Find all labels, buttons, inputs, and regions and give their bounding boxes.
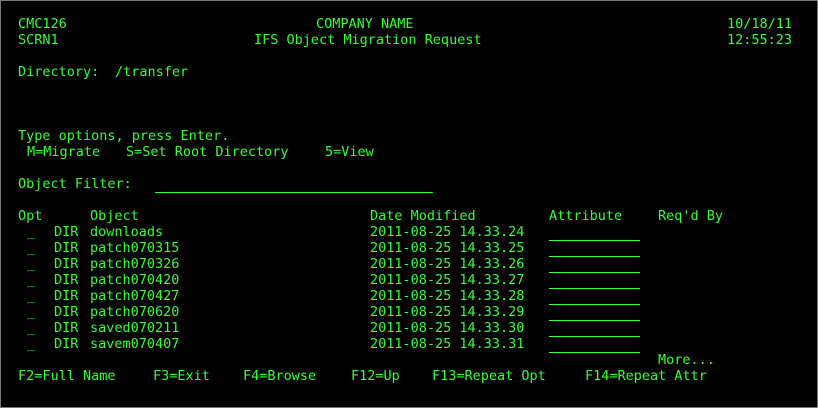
screen-id: SCRN1 bbox=[18, 32, 59, 48]
instructions-text: Type options, press Enter. bbox=[18, 128, 230, 144]
row-object-type: DIR bbox=[54, 224, 79, 240]
row-option-input[interactable]: _ bbox=[27, 336, 35, 352]
row-object-type: DIR bbox=[54, 288, 79, 304]
row-option-input[interactable]: _ bbox=[27, 240, 35, 256]
row-object-name: patch070620 bbox=[90, 304, 180, 320]
header-time: 12:55:23 bbox=[726, 32, 792, 48]
object-filter-label: Object Filter: bbox=[18, 176, 132, 192]
header-date: 10/18/11 bbox=[726, 16, 792, 32]
row-object-name: savem070407 bbox=[90, 336, 180, 352]
column-object: Object bbox=[90, 208, 139, 224]
row-date-modified: 2011-08-25 14.33.30 bbox=[370, 320, 525, 336]
row-attribute-input[interactable] bbox=[549, 288, 640, 305]
row-object-name: patch070315 bbox=[90, 240, 180, 256]
terminal-screen: CMC126 SCRN1 COMPANY NAME IFS Object Mig… bbox=[0, 0, 818, 408]
row-object-name: patch070420 bbox=[90, 272, 180, 288]
row-attribute-input[interactable] bbox=[549, 272, 640, 289]
f12-up-key[interactable]: F12=Up bbox=[351, 368, 400, 384]
row-attribute-input[interactable] bbox=[549, 256, 640, 273]
page-title: IFS Object Migration Request bbox=[254, 32, 482, 48]
row-date-modified: 2011-08-25 14.33.26 bbox=[370, 256, 525, 272]
option-view: 5=View bbox=[325, 144, 374, 160]
f2-full-name-key[interactable]: F2=Full Name bbox=[18, 368, 116, 384]
row-date-modified: 2011-08-25 14.33.29 bbox=[370, 304, 525, 320]
column-date-modified: Date Modified bbox=[370, 208, 476, 224]
more-indicator: More... bbox=[658, 352, 715, 368]
row-object-type: DIR bbox=[54, 256, 79, 272]
row-object-name: saved070211 bbox=[90, 320, 180, 336]
row-date-modified: 2011-08-25 14.33.31 bbox=[370, 336, 525, 352]
column-reqd-by: Req'd By bbox=[658, 208, 724, 224]
row-option-input[interactable]: _ bbox=[27, 320, 35, 336]
row-date-modified: 2011-08-25 14.33.27 bbox=[370, 272, 525, 288]
row-object-type: DIR bbox=[54, 320, 79, 336]
row-option-input[interactable]: _ bbox=[27, 304, 35, 320]
f4-browse-key[interactable]: F4=Browse bbox=[243, 368, 316, 384]
row-option-input[interactable]: _ bbox=[27, 288, 35, 304]
row-option-input[interactable]: _ bbox=[27, 272, 35, 288]
f14-repeat-attr-key[interactable]: F14=Repeat Attr bbox=[585, 368, 707, 384]
row-attribute-input[interactable] bbox=[549, 336, 640, 353]
row-option-input[interactable]: _ bbox=[27, 256, 35, 272]
row-object-type: DIR bbox=[54, 336, 79, 352]
row-object-name: downloads bbox=[90, 224, 164, 240]
row-object-type: DIR bbox=[54, 304, 79, 320]
directory-label: Directory: bbox=[18, 64, 100, 80]
directory-value: /transfer bbox=[115, 64, 189, 80]
row-option-input[interactable]: _ bbox=[27, 224, 35, 240]
row-attribute-input[interactable] bbox=[549, 240, 640, 257]
row-object-name: patch070326 bbox=[90, 256, 180, 272]
row-object-type: DIR bbox=[54, 272, 79, 288]
row-object-name: patch070427 bbox=[90, 288, 180, 304]
row-date-modified: 2011-08-25 14.33.24 bbox=[370, 224, 525, 240]
row-date-modified: 2011-08-25 14.33.28 bbox=[370, 288, 525, 304]
option-set-root: S=Set Root Directory bbox=[126, 144, 289, 160]
company-name: COMPANY NAME bbox=[316, 16, 414, 32]
f3-exit-key[interactable]: F3=Exit bbox=[153, 368, 210, 384]
row-date-modified: 2011-08-25 14.33.25 bbox=[370, 240, 525, 256]
object-filter-input[interactable] bbox=[155, 176, 433, 193]
f13-repeat-opt-key[interactable]: F13=Repeat Opt bbox=[432, 368, 546, 384]
column-attribute: Attribute bbox=[549, 208, 623, 224]
row-attribute-input[interactable] bbox=[549, 224, 640, 241]
option-migrate: M=Migrate bbox=[27, 144, 101, 160]
column-opt: Opt bbox=[18, 208, 43, 224]
row-attribute-input[interactable] bbox=[549, 320, 640, 337]
row-object-type: DIR bbox=[54, 240, 79, 256]
row-attribute-input[interactable] bbox=[549, 304, 640, 321]
program-id: CMC126 bbox=[18, 16, 67, 32]
